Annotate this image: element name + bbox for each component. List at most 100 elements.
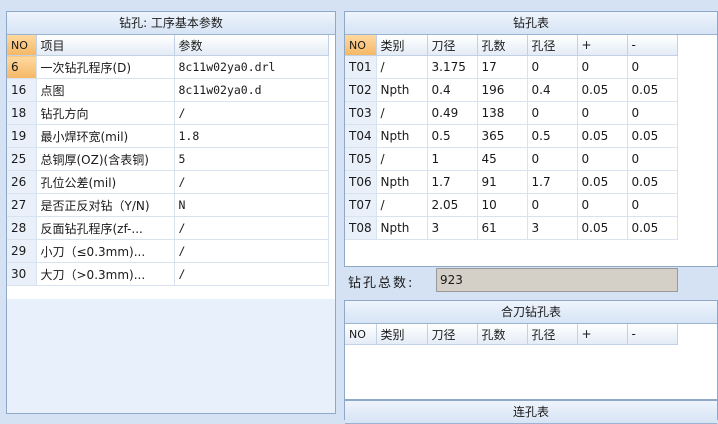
drill-cell[interactable]: 2.05 xyxy=(427,193,478,217)
drill-cell[interactable]: 0.05 xyxy=(577,216,628,240)
drill-cell[interactable]: 0 xyxy=(527,101,578,125)
drill-row[interactable]: T04 Npth 0.5 365 0.5 0.05 0.05 xyxy=(345,124,678,148)
param-value-cell[interactable]: / xyxy=(174,101,329,125)
drill-cell[interactable]: 0.49 xyxy=(427,101,478,125)
col-header-no[interactable]: NO xyxy=(7,35,37,56)
drill-cell[interactable]: 0 xyxy=(577,193,628,217)
combined-col-header[interactable]: 孔径 xyxy=(527,324,578,345)
drill-cell[interactable]: 0.05 xyxy=(577,124,628,148)
drill-cell[interactable]: 0.4 xyxy=(527,78,578,102)
col-header-value[interactable]: 参数 xyxy=(174,35,329,56)
drill-tool-cell[interactable]: T06 xyxy=(345,170,377,194)
drill-col-header[interactable]: 类别 xyxy=(376,35,428,56)
drill-cell[interactable]: 0 xyxy=(527,147,578,171)
total-holes-field[interactable]: 923 xyxy=(436,268,678,292)
drill-cell[interactable]: 0.5 xyxy=(427,124,478,148)
drill-cell[interactable]: 61 xyxy=(477,216,528,240)
drill-cell[interactable]: Npth xyxy=(376,170,428,194)
drill-cell[interactable]: 0 xyxy=(577,101,628,125)
param-item-cell[interactable]: 最小焊环宽(mil) xyxy=(36,124,175,148)
param-item-cell[interactable]: 点图 xyxy=(36,78,175,102)
drill-row[interactable]: T06 Npth 1.7 91 1.7 0.05 0.05 xyxy=(345,170,678,194)
param-value-cell[interactable]: 8c11w02ya0.d xyxy=(174,78,329,102)
drill-col-header[interactable]: 孔径 xyxy=(527,35,578,56)
drill-cell[interactable]: 0 xyxy=(527,55,578,79)
drill-col-header[interactable]: - xyxy=(627,35,678,56)
param-no-cell[interactable]: 16 xyxy=(7,78,37,102)
drill-cell[interactable]: 365 xyxy=(477,124,528,148)
param-item-cell[interactable]: 大刀（>0.3mm)... xyxy=(36,262,175,286)
param-row[interactable]: 26 孔位公差(mil) / xyxy=(7,170,329,194)
drill-cell[interactable]: 0 xyxy=(527,193,578,217)
param-row[interactable]: 28 反面钻孔程序(zf-... / xyxy=(7,216,329,240)
drill-cell[interactable]: 0 xyxy=(627,101,678,125)
param-row[interactable]: 19 最小焊环宽(mil) 1.8 xyxy=(7,124,329,148)
drill-row[interactable]: T08 Npth 3 61 3 0.05 0.05 xyxy=(345,216,678,240)
drill-cell[interactable]: 0.05 xyxy=(627,78,678,102)
param-no-cell[interactable]: 30 xyxy=(7,262,37,286)
drill-tool-cell[interactable]: T08 xyxy=(345,216,377,240)
combined-col-header[interactable]: 孔数 xyxy=(477,324,528,345)
drill-tool-cell[interactable]: T07 xyxy=(345,193,377,217)
drill-cell[interactable]: 0.05 xyxy=(627,170,678,194)
combined-col-header[interactable]: 刀径 xyxy=(427,324,478,345)
col-header-item[interactable]: 项目 xyxy=(36,35,175,56)
drill-cell[interactable]: 1.7 xyxy=(527,170,578,194)
drill-cell[interactable]: 0.05 xyxy=(577,78,628,102)
drill-cell[interactable]: 10 xyxy=(477,193,528,217)
param-value-cell[interactable]: / xyxy=(174,239,329,263)
drill-tool-cell[interactable]: T01 xyxy=(345,55,377,79)
param-no-cell[interactable]: 25 xyxy=(7,147,37,171)
drill-row[interactable]: T05/1 45 0 0 0 xyxy=(345,147,678,171)
combined-col-header[interactable]: 类别 xyxy=(376,324,428,345)
drill-row[interactable]: T03/0.49 138 0 0 0 xyxy=(345,101,678,125)
drill-cell[interactable]: / xyxy=(376,147,428,171)
drill-cell[interactable]: 0 xyxy=(627,55,678,79)
combined-col-header[interactable]: - xyxy=(627,324,678,345)
drill-cell[interactable]: 0.05 xyxy=(577,170,628,194)
drill-row[interactable]: T02 Npth 0.4 196 0.4 0.05 0.05 xyxy=(345,78,678,102)
drill-cell[interactable]: 138 xyxy=(477,101,528,125)
drill-tool-cell[interactable]: T03 xyxy=(345,101,377,125)
drill-cell[interactable]: 1.7 xyxy=(427,170,478,194)
drill-cell[interactable]: Npth xyxy=(376,78,428,102)
drill-col-header[interactable]: NO xyxy=(345,35,377,56)
drill-cell[interactable]: 45 xyxy=(477,147,528,171)
param-item-cell[interactable]: 是否正反对钻（Y/N) xyxy=(36,193,175,217)
param-value-cell[interactable]: / xyxy=(174,170,329,194)
drill-cell[interactable]: 0.5 xyxy=(527,124,578,148)
drill-cell[interactable]: 0 xyxy=(627,147,678,171)
param-row[interactable]: 6 一次钻孔程序(D) 8c11w02ya0.drl xyxy=(7,55,329,79)
param-row[interactable]: 29 小刀（≤0.3mm)... / xyxy=(7,239,329,263)
param-value-cell[interactable]: N xyxy=(174,193,329,217)
param-item-cell[interactable]: 小刀（≤0.3mm)... xyxy=(36,239,175,263)
drill-cell[interactable]: 17 xyxy=(477,55,528,79)
param-row[interactable]: 25 总铜厚(OZ)(含表铜) 5 xyxy=(7,147,329,171)
drill-tool-cell[interactable]: T04 xyxy=(345,124,377,148)
drill-cell[interactable]: / xyxy=(376,55,428,79)
param-item-cell[interactable]: 钻孔方向 xyxy=(36,101,175,125)
drill-cell[interactable]: 0.05 xyxy=(627,216,678,240)
drill-col-header[interactable]: + xyxy=(577,35,628,56)
combined-col-header[interactable]: NO xyxy=(345,324,377,345)
param-item-cell[interactable]: 总铜厚(OZ)(含表铜) xyxy=(36,147,175,171)
drill-cell[interactable]: / xyxy=(376,193,428,217)
param-row[interactable]: 30 大刀（>0.3mm)... / xyxy=(7,262,329,286)
drill-cell[interactable]: / xyxy=(376,101,428,125)
param-no-cell[interactable]: 29 xyxy=(7,239,37,263)
param-value-cell[interactable]: 1.8 xyxy=(174,124,329,148)
drill-cell[interactable]: 3 xyxy=(527,216,578,240)
param-item-cell[interactable]: 孔位公差(mil) xyxy=(36,170,175,194)
param-no-cell[interactable]: 26 xyxy=(7,170,37,194)
param-no-cell[interactable]: 28 xyxy=(7,216,37,240)
drill-col-header[interactable]: 孔数 xyxy=(477,35,528,56)
param-row[interactable]: 16 点图 8c11w02ya0.d xyxy=(7,78,329,102)
param-row[interactable]: 27 是否正反对钻（Y/N) N xyxy=(7,193,329,217)
drill-cell[interactable]: 1 xyxy=(427,147,478,171)
drill-cell[interactable]: 0.05 xyxy=(627,124,678,148)
param-value-cell[interactable]: / xyxy=(174,262,329,286)
drill-tool-cell[interactable]: T05 xyxy=(345,147,377,171)
drill-cell[interactable]: 0 xyxy=(577,147,628,171)
drill-cell[interactable]: 0 xyxy=(627,193,678,217)
drill-row[interactable]: T07/2.05 10 0 0 0 xyxy=(345,193,678,217)
